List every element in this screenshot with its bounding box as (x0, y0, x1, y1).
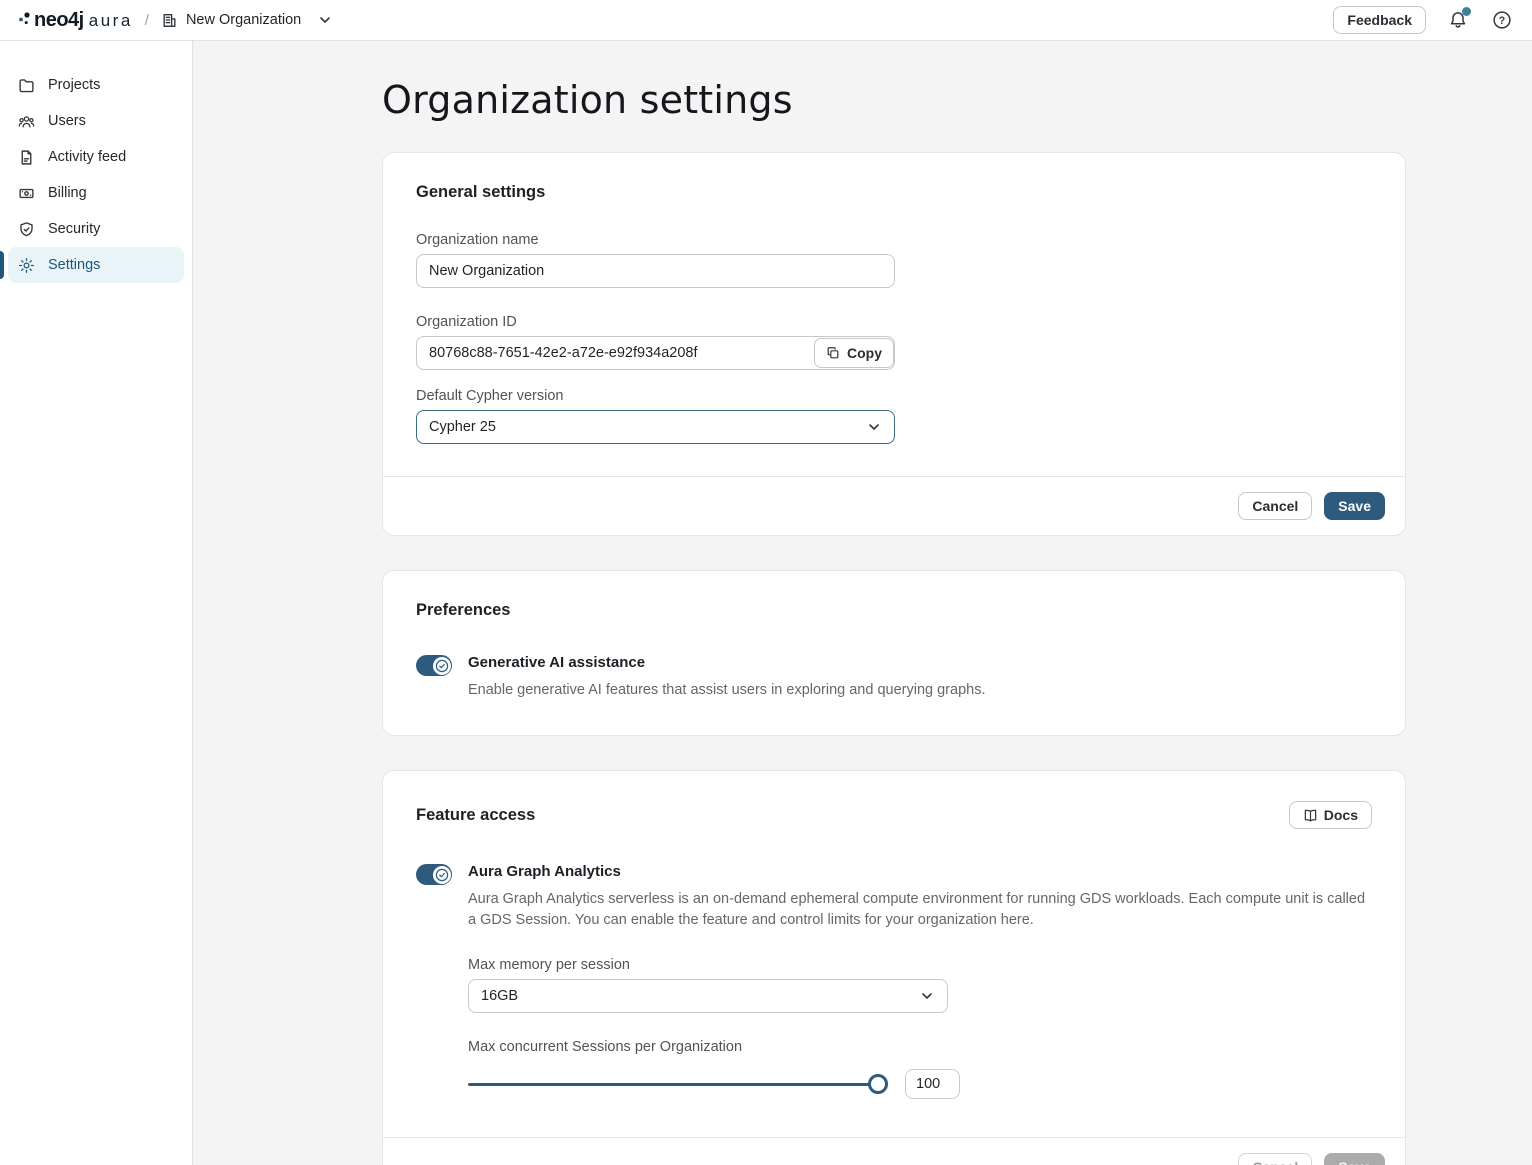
logo-dots-icon (18, 10, 32, 26)
general-settings-card: General settings Organization name Organ… (382, 152, 1406, 536)
cypher-version-value: Cypher 25 (429, 419, 496, 435)
banknote-icon (18, 185, 35, 202)
notification-dot (1462, 7, 1471, 16)
sidebar-item-users[interactable]: Users (8, 103, 184, 139)
max-sessions-slider[interactable] (468, 1074, 888, 1094)
org-name-label: Organization name (416, 232, 1372, 248)
help-icon: ? (1492, 10, 1512, 30)
book-icon (1303, 808, 1318, 823)
users-icon (18, 113, 35, 130)
docs-button-label: Docs (1324, 807, 1358, 823)
neo4j-aura-logo[interactable]: neo4j aura (18, 9, 133, 32)
preferences-heading: Preferences (416, 601, 1372, 620)
help-button[interactable]: ? (1490, 8, 1514, 32)
docs-button[interactable]: Docs (1289, 801, 1372, 829)
notifications-button[interactable] (1446, 8, 1470, 32)
check-circle-icon (435, 659, 449, 673)
org-switcher-label: New Organization (186, 12, 301, 28)
product-text: aura (89, 11, 133, 31)
slider-handle[interactable] (868, 1074, 888, 1094)
max-memory-value: 16GB (481, 988, 518, 1004)
max-memory-label: Max memory per session (468, 957, 1372, 973)
chevron-down-icon (919, 988, 935, 1004)
copy-button-label: Copy (847, 345, 882, 361)
gear-icon (18, 257, 35, 274)
general-cancel-button[interactable]: Cancel (1238, 492, 1312, 520)
toggle-knob (433, 657, 451, 675)
sidebar-item-label: Security (48, 221, 100, 237)
sidebar-item-label: Projects (48, 77, 100, 93)
org-name-input[interactable] (416, 254, 895, 288)
generative-ai-description: Enable generative AI features that assis… (468, 680, 985, 701)
document-icon (18, 149, 35, 166)
generative-ai-toggle[interactable] (416, 655, 452, 676)
cypher-version-label: Default Cypher version (416, 388, 1372, 404)
generative-ai-label: Generative AI assistance (468, 654, 985, 671)
sidebar-item-security[interactable]: Security (8, 211, 184, 247)
building-icon (161, 12, 178, 29)
aura-graph-analytics-toggle[interactable] (416, 864, 452, 885)
aura-graph-analytics-description: Aura Graph Analytics serverless is an on… (468, 889, 1372, 931)
copy-icon (826, 346, 840, 360)
general-settings-heading: General settings (416, 183, 1372, 202)
max-memory-select[interactable]: 16GB (468, 979, 948, 1013)
sidebar-item-label: Settings (48, 257, 100, 273)
feature-access-heading: Feature access (416, 806, 535, 825)
sidebar-item-settings[interactable]: Settings (8, 247, 184, 283)
main-content: Organization settings General settings O… (193, 41, 1532, 1165)
shield-check-icon (18, 221, 35, 238)
sidebar-item-label: Activity feed (48, 149, 126, 165)
copy-button[interactable]: Copy (814, 338, 894, 368)
general-save-button[interactable]: Save (1324, 492, 1385, 520)
sidebar-item-projects[interactable]: Projects (8, 67, 184, 103)
feature-cancel-button[interactable]: Cancel (1238, 1153, 1312, 1165)
feedback-button[interactable]: Feedback (1333, 6, 1426, 34)
max-sessions-input[interactable] (905, 1069, 960, 1099)
folder-icon (18, 77, 35, 94)
svg-text:?: ? (1499, 15, 1505, 27)
active-indicator (0, 251, 4, 279)
preferences-card: Preferences Generative AI assistance (382, 570, 1406, 736)
page-title: Organization settings (382, 78, 1532, 122)
org-id-label: Organization ID (416, 314, 1372, 330)
sidebar: Projects Users Activity feed (0, 41, 193, 1165)
sidebar-item-label: Billing (48, 185, 87, 201)
max-sessions-label: Max concurrent Sessions per Organization (468, 1039, 1372, 1055)
org-switcher[interactable]: New Organization (161, 12, 333, 29)
brand-text: neo4j (34, 9, 84, 32)
chevron-down-icon (866, 419, 882, 435)
check-circle-icon (435, 868, 449, 882)
sidebar-item-label: Users (48, 113, 86, 129)
feature-save-button[interactable]: Save (1324, 1153, 1385, 1165)
slider-track (468, 1083, 888, 1086)
cypher-version-select[interactable]: Cypher 25 (416, 410, 895, 444)
toggle-knob (433, 866, 451, 884)
sidebar-item-activity-feed[interactable]: Activity feed (8, 139, 184, 175)
feature-access-card: Feature access Docs (382, 770, 1406, 1165)
top-bar: neo4j aura / New Organization Feedback (0, 0, 1532, 41)
breadcrumb-separator: / (145, 12, 149, 29)
sidebar-item-billing[interactable]: Billing (8, 175, 184, 211)
aura-graph-analytics-label: Aura Graph Analytics (468, 863, 1372, 880)
chevron-down-icon (317, 12, 333, 28)
